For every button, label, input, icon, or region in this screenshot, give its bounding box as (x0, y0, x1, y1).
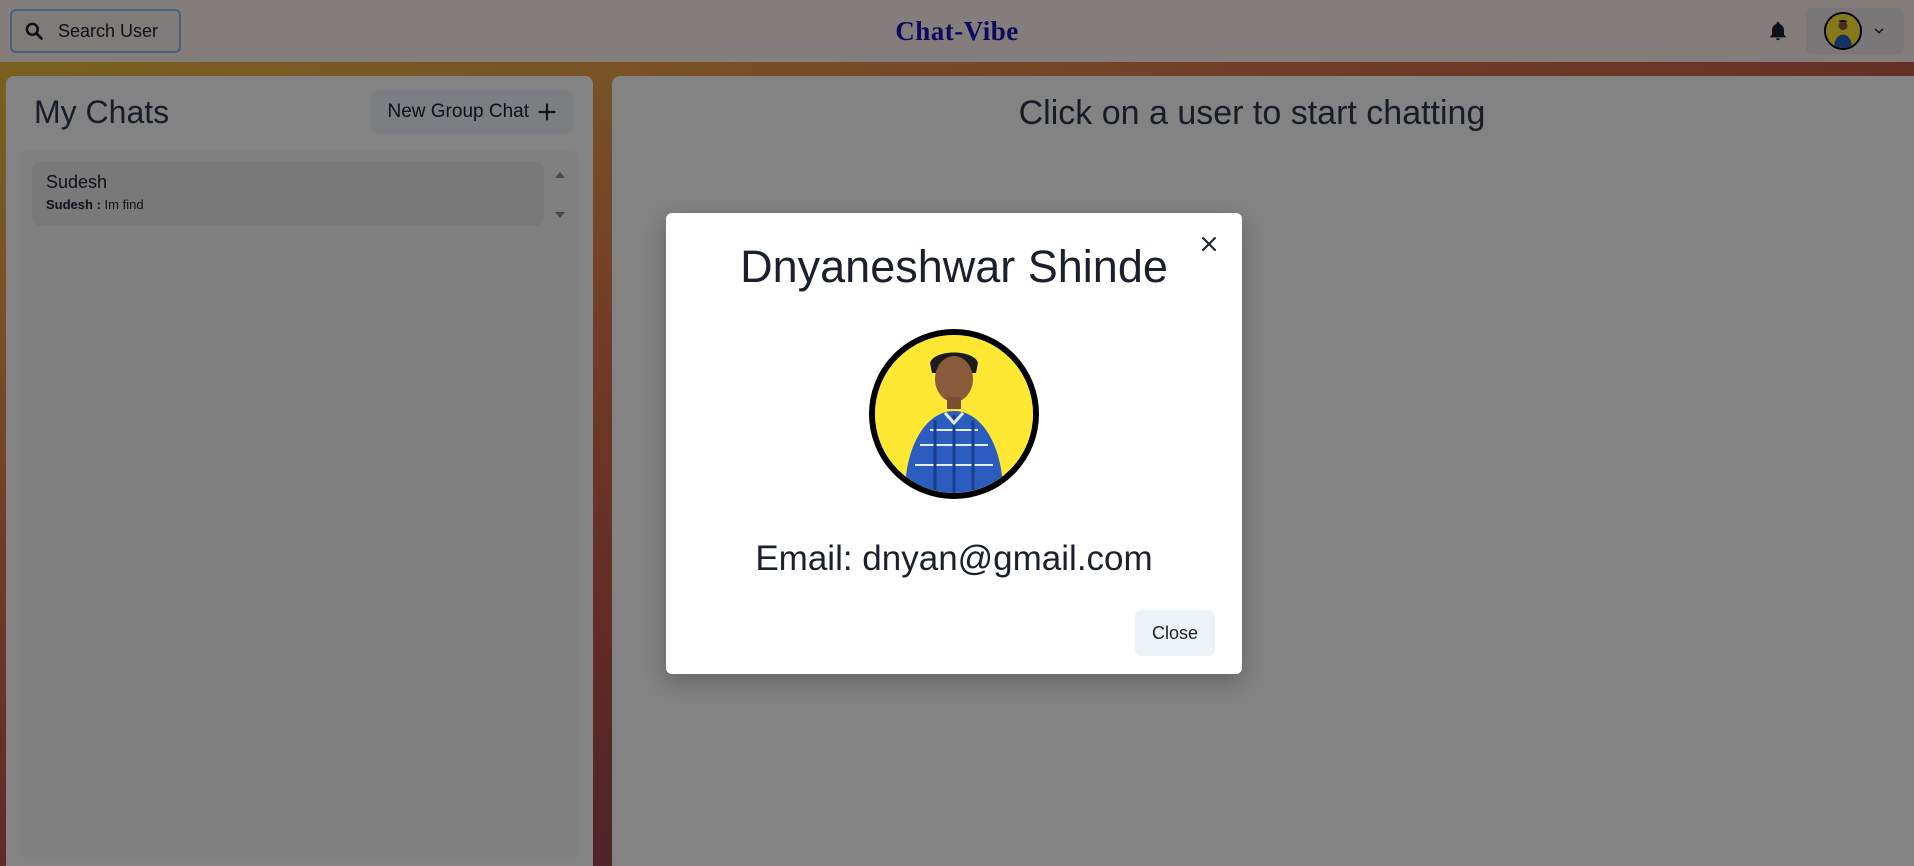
profile-email: Email: dnyan@gmail.com (755, 539, 1153, 578)
modal-close-x-button[interactable] (1194, 229, 1224, 259)
close-icon (1202, 237, 1216, 251)
profile-modal: Dnyaneshwar Shinde Email: dnyan@gmail.co… (666, 213, 1242, 674)
close-button[interactable]: Close (1135, 610, 1215, 656)
profile-avatar (869, 329, 1039, 499)
profile-name: Dnyaneshwar Shinde (740, 241, 1168, 292)
